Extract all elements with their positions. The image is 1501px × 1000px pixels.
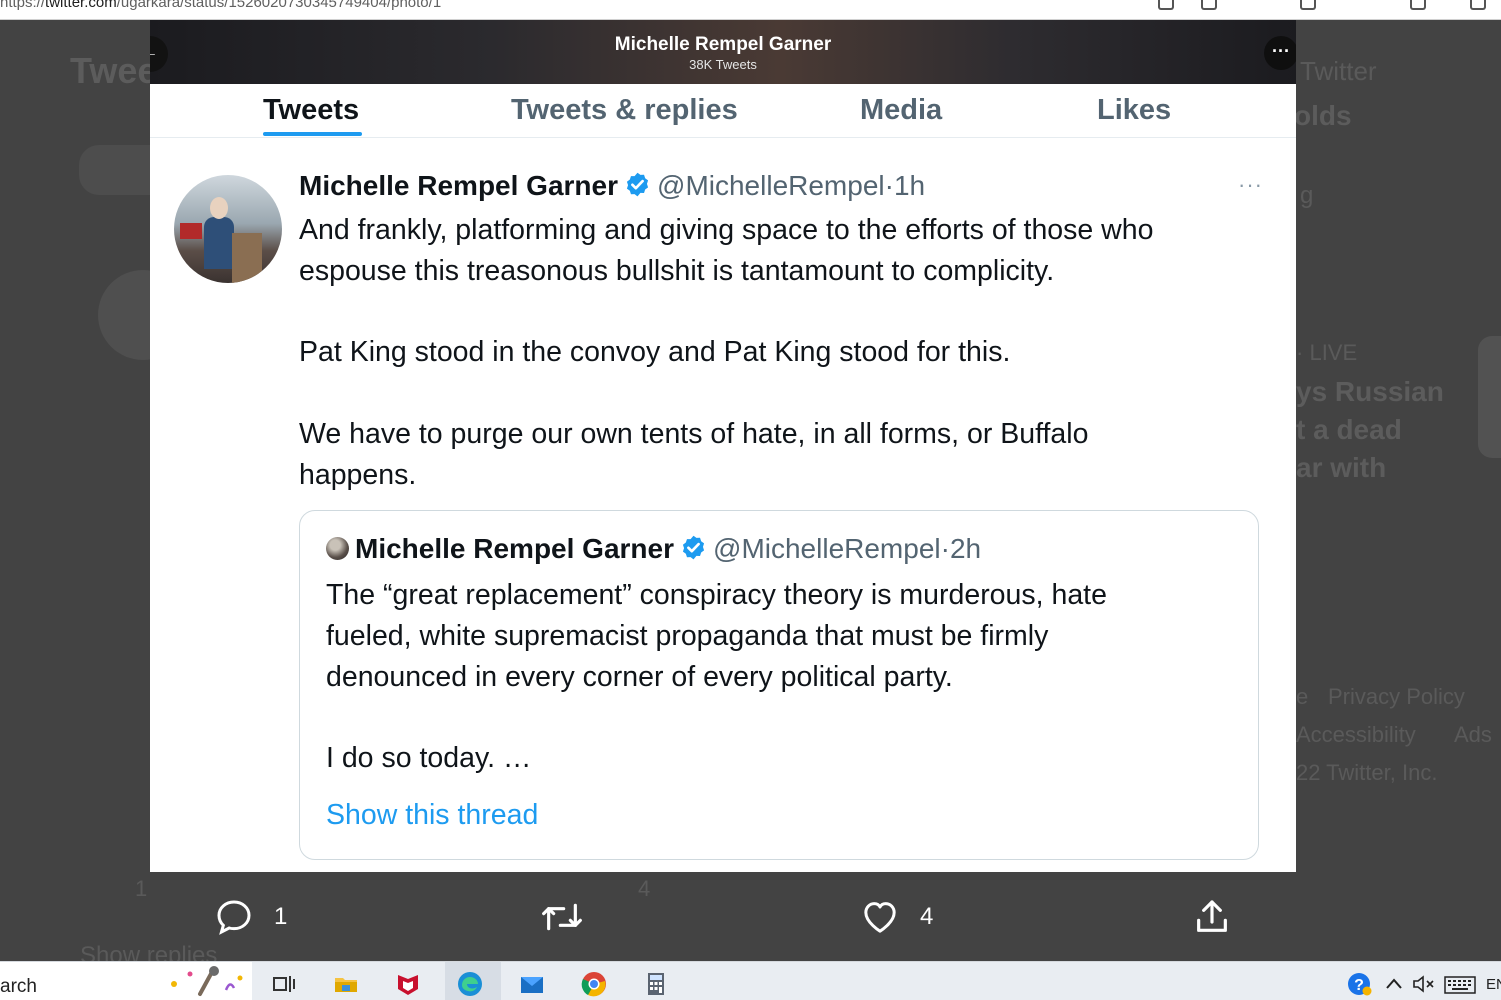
tweet-text-line: happens. xyxy=(299,459,417,491)
keyboard-icon[interactable] xyxy=(1444,976,1476,994)
bg-trend-2: t a dead xyxy=(1296,414,1402,445)
profile-title: Michelle Rempel Garner xyxy=(614,34,832,55)
language-indicator[interactable]: EN xyxy=(1486,976,1501,993)
profile-tabs: Tweets Tweets & replies Media Likes xyxy=(150,84,1296,138)
url-text[interactable]: https://twitter.com/ugarkara/status/1526… xyxy=(0,0,441,11)
tab-tweets[interactable]: Tweets xyxy=(263,94,359,127)
bg-reply-count: 1 xyxy=(135,876,148,901)
tweet-header: Michelle Rempel Garner @MichelleRempel·1h xyxy=(299,170,926,201)
bg-header: Twee xyxy=(70,50,158,91)
quoted-author-handle: @MichelleRempel xyxy=(713,533,941,564)
tweet-count: 38K Tweets xyxy=(689,57,757,72)
bg-like-count: 4 xyxy=(638,876,651,901)
bg-footer-2: Privacy Policy xyxy=(1328,684,1465,709)
bg-scroll-box xyxy=(1478,336,1501,458)
search-text: arch xyxy=(0,976,37,997)
show-thread-link[interactable]: Show this thread xyxy=(326,799,538,832)
bg-footer-1: e xyxy=(1296,684,1309,709)
tab-media[interactable]: Media xyxy=(860,94,942,127)
back-arrow-icon[interactable] xyxy=(1255,0,1271,10)
bg-right-header: Twitter xyxy=(1300,56,1377,86)
verified-badge-icon xyxy=(626,172,649,197)
taskbar-search-box[interactable]: arch xyxy=(0,962,252,1000)
mcafee-icon[interactable] xyxy=(394,970,422,998)
collections-icon[interactable] xyxy=(1300,0,1316,10)
verified-badge-icon xyxy=(682,535,705,560)
more-options-button[interactable]: ··· xyxy=(1264,36,1296,70)
tweet-text-line: And frankly, platforming and giving spac… xyxy=(299,214,1154,246)
share-tweet-button[interactable] xyxy=(1192,895,1232,939)
share-icon[interactable] xyxy=(1470,0,1486,10)
windows-taskbar: arch ? EN xyxy=(0,961,1501,1000)
help-icon[interactable]: ? xyxy=(1346,970,1374,998)
quoted-tweet-header: Michelle Rempel Garner @MichelleRempel·2h xyxy=(326,533,981,565)
retweet-icon xyxy=(542,903,582,931)
quoted-avatar xyxy=(326,537,349,560)
search-highlight-icon xyxy=(171,966,243,996)
tweet-text-line: Pat King stood in the convoy and Pat Kin… xyxy=(299,336,1011,368)
bg-live-label: · LIVE xyxy=(1296,340,1358,365)
mail-icon[interactable] xyxy=(518,970,546,998)
author-name[interactable]: Michelle Rempel Garner xyxy=(299,170,618,201)
read-aloud-icon[interactable] xyxy=(1201,0,1217,10)
bg-footer-4: Ads xyxy=(1454,722,1492,747)
calculator-icon[interactable] xyxy=(642,970,670,998)
quoted-author-name: Michelle Rempel Garner xyxy=(355,533,675,564)
profile-header-banner: ← Michelle Rempel Garner 38K Tweets ··· xyxy=(150,20,1296,84)
avatar[interactable] xyxy=(174,175,282,283)
tweet-time[interactable]: 1h xyxy=(894,170,925,201)
bg-trend-1: ys Russian xyxy=(1296,376,1444,407)
tweet-text-line: We have to purge our own tents of hate, … xyxy=(299,418,1089,450)
profile-modal: ← Michelle Rempel Garner 38K Tweets ··· … xyxy=(150,20,1296,872)
browser-address-bar[interactable]: https://twitter.com/ugarkara/status/1526… xyxy=(0,0,1501,20)
edge-icon[interactable] xyxy=(456,970,484,998)
reader-icon[interactable] xyxy=(1158,0,1174,10)
quoted-tweet-time: 2h xyxy=(949,533,982,564)
favorites-icon[interactable] xyxy=(1410,0,1426,10)
bg-copyright: 22 Twitter, Inc. xyxy=(1296,760,1438,785)
like-count: 4 xyxy=(920,903,934,930)
file-explorer-icon[interactable] xyxy=(332,970,360,998)
share-icon xyxy=(1197,900,1227,932)
like-button[interactable]: 4 xyxy=(860,895,933,939)
chevron-up-icon[interactable] xyxy=(1384,976,1404,992)
active-tab-indicator xyxy=(263,132,362,136)
heart-icon xyxy=(864,902,896,933)
bg-show-replies: Show replies xyxy=(80,942,218,961)
quoted-text-line: I do so today. … xyxy=(326,742,532,774)
bg-right-small: g xyxy=(1300,182,1314,209)
bg-trend-3: ar with xyxy=(1296,452,1387,483)
bg-right-bold: olds xyxy=(1294,100,1352,131)
svg-text:?: ? xyxy=(1354,977,1364,994)
tweet-more-icon[interactable]: ··· xyxy=(1238,172,1263,198)
quoted-tweet[interactable]: Michelle Rempel Garner @MichelleRempel·2h… xyxy=(299,510,1259,860)
volume-muted-icon[interactable] xyxy=(1412,975,1436,993)
tab-tweets-replies[interactable]: Tweets & replies xyxy=(511,94,738,127)
reply-count: 1 xyxy=(274,903,288,930)
reply-icon xyxy=(217,900,251,935)
quoted-text-line: denounced in every corner of every polit… xyxy=(326,661,953,693)
quoted-text-line: fueled, white supremacist propaganda tha… xyxy=(326,620,1049,652)
tweet-text-line: espouse this treasonous bullshit is tant… xyxy=(299,255,1055,287)
reply-button[interactable]: 1 xyxy=(214,895,287,939)
tab-likes[interactable]: Likes xyxy=(1097,94,1171,127)
task-view-icon[interactable] xyxy=(270,970,298,998)
retweet-button[interactable] xyxy=(540,895,584,939)
quoted-text-line: The “great replacement” conspiracy theor… xyxy=(326,579,1107,611)
chrome-icon[interactable] xyxy=(580,970,608,998)
author-handle[interactable]: @MichelleRempel xyxy=(657,170,885,201)
bg-footer-3: Accessibility xyxy=(1296,722,1416,747)
